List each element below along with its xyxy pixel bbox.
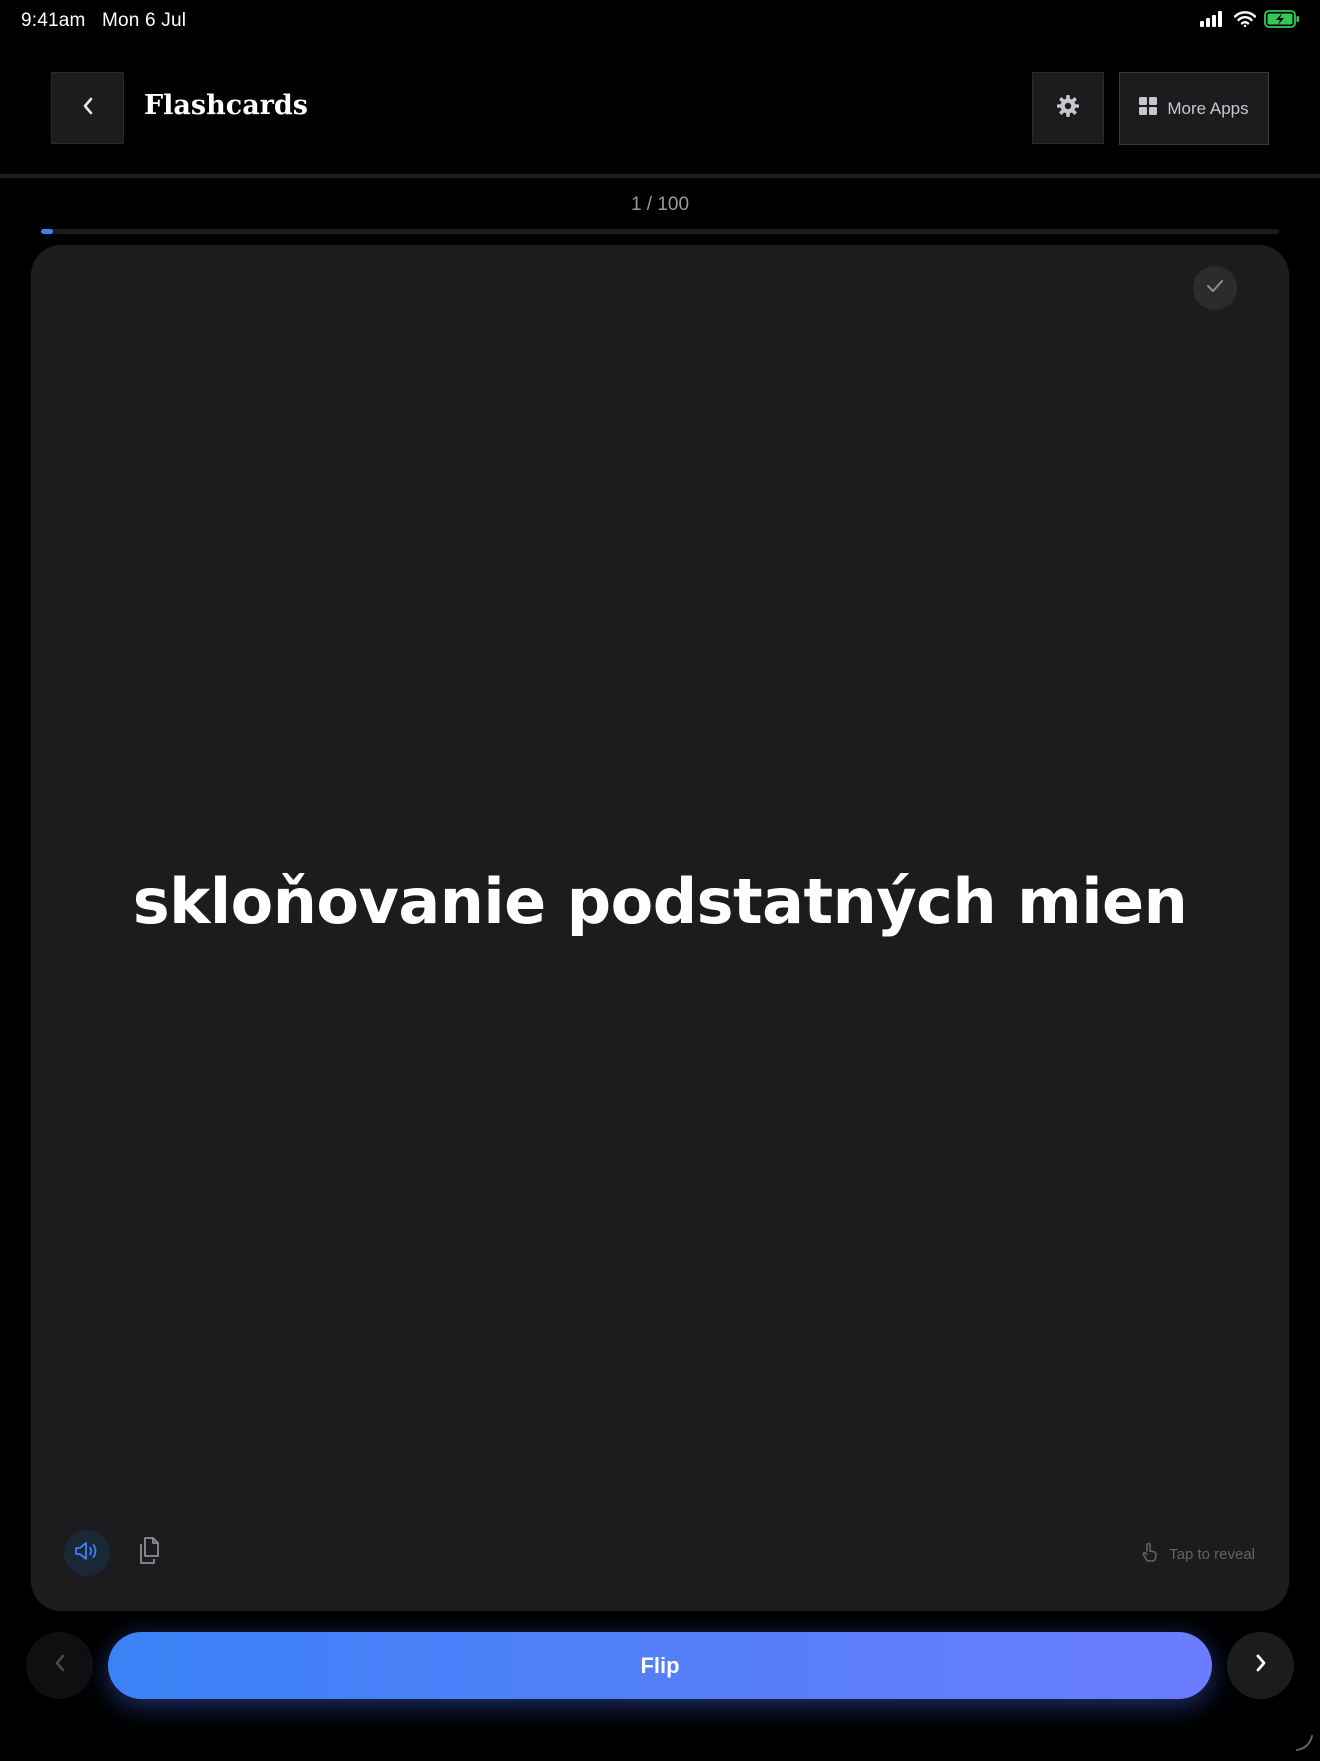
status-date: Mon 6 Jul bbox=[102, 10, 187, 31]
tap-hand-icon bbox=[1141, 1542, 1159, 1566]
checkmark-icon bbox=[1206, 279, 1224, 298]
app-header: Flashcards More Apps bbox=[0, 44, 1320, 176]
signal-icon bbox=[1200, 10, 1226, 32]
speak-button[interactable] bbox=[64, 1530, 110, 1576]
battery-charging-icon bbox=[1264, 9, 1300, 33]
card-term: skloňovanie podstatných mien bbox=[132, 865, 1188, 938]
grid-icon bbox=[1139, 97, 1158, 120]
chevron-left-icon bbox=[80, 95, 96, 122]
settings-button[interactable] bbox=[1032, 72, 1104, 144]
more-apps-button[interactable]: More Apps bbox=[1119, 72, 1269, 145]
back-button[interactable] bbox=[51, 72, 124, 144]
flashcard[interactable]: skloňovanie podstatných mien Tap to reve… bbox=[31, 245, 1289, 1611]
wifi-icon bbox=[1233, 10, 1257, 32]
status-time: 9:41am Mon 6 Jul bbox=[21, 10, 186, 32]
resize-handle-icon[interactable] bbox=[1294, 1732, 1314, 1752]
status-bar: 9:41am Mon 6 Jul bbox=[0, 0, 1320, 44]
progress-counter: 1 / 100 bbox=[630, 194, 690, 215]
page-title: Flashcards bbox=[144, 90, 308, 121]
status-clock: 9:41am bbox=[21, 10, 86, 31]
flip-button[interactable]: Flip bbox=[108, 1632, 1212, 1699]
mark-known-button[interactable] bbox=[1193, 266, 1237, 310]
previous-card-button[interactable] bbox=[26, 1632, 93, 1699]
copy-icon bbox=[137, 1536, 163, 1571]
copy-button[interactable] bbox=[132, 1534, 168, 1572]
tap-hint: Tap to reveal bbox=[1141, 1542, 1255, 1566]
chevron-left-icon bbox=[53, 1652, 67, 1679]
flip-button-label: Flip bbox=[640, 1652, 680, 1678]
progress-bar bbox=[41, 229, 1279, 234]
gear-icon bbox=[1056, 94, 1080, 123]
chevron-right-icon bbox=[1254, 1652, 1268, 1679]
more-apps-label: More Apps bbox=[1167, 98, 1249, 118]
progress-fill bbox=[41, 229, 54, 234]
status-icons bbox=[1200, 9, 1300, 33]
tap-hint-label: Tap to reveal bbox=[1169, 1545, 1255, 1563]
next-card-button[interactable] bbox=[1227, 1632, 1294, 1699]
speaker-icon bbox=[73, 1540, 101, 1567]
header-divider bbox=[0, 174, 1320, 178]
